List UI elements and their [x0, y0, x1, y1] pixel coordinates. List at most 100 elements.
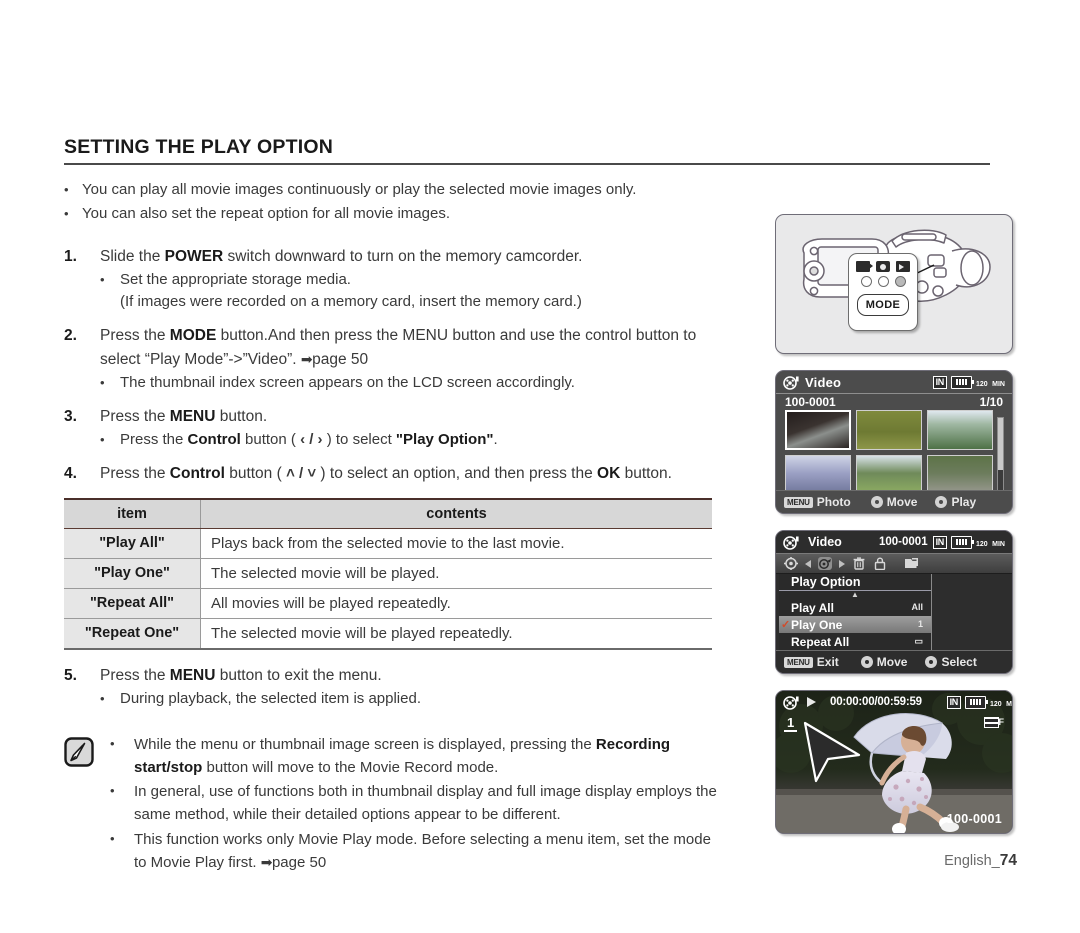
mode-button[interactable]: MODE: [857, 294, 909, 316]
play-option-icon[interactable]: [818, 557, 832, 570]
step-number: 1.: [64, 245, 100, 269]
lcd-thumbnail-screen: Video IN 120 MIN 100-0001 1/10: [775, 370, 1013, 514]
step-number: 4.: [64, 462, 100, 486]
delete-icon[interactable]: [852, 557, 866, 570]
storage-in-icon: IN: [947, 696, 961, 709]
video-reel-icon: [783, 535, 800, 550]
move-action[interactable]: Move: [861, 655, 908, 669]
lcd-title: Video: [805, 375, 841, 390]
cell-contents: The selected movie will be played repeat…: [201, 618, 713, 649]
quality-letter: F: [999, 717, 1005, 727]
step-1: 1. Slide the POWER switch downward to tu…: [64, 245, 724, 269]
menu-badge-icon: MENU: [784, 657, 813, 668]
thumbnail-item[interactable]: [785, 410, 851, 450]
thumbnail-item[interactable]: [927, 455, 993, 495]
lcd-status-icons: IN 120 MIN: [933, 373, 1005, 391]
list-item: • While the menu or thumbnail image scre…: [110, 733, 724, 780]
lcd-menu-screen: Video 100-0001 IN 120 MIN: [775, 530, 1013, 674]
list-item: • In general, use of functions both in t…: [110, 780, 724, 827]
step-text-mid: button (: [225, 465, 286, 482]
sub-bullet-text: During playback, the selected item is ap…: [120, 688, 421, 711]
lcd-bottom-bar: MENU Photo Move Play: [776, 490, 1012, 513]
time-remaining-value: 120: [976, 541, 988, 548]
step-text: Press the MODE button.And then press the…: [100, 324, 724, 372]
cell-item: "Repeat All": [64, 588, 201, 618]
select-action[interactable]: Select: [925, 655, 976, 669]
list-item: • This function works only Movie Play mo…: [110, 828, 724, 875]
ok-button-icon: [925, 656, 937, 668]
pointer-cursor-icon: [802, 721, 862, 783]
play-action[interactable]: Play: [935, 495, 976, 509]
page-ref: page 50: [312, 351, 368, 368]
intro-bullet-text: You can play all movie images continuous…: [82, 179, 724, 202]
bullet-icon: •: [100, 269, 120, 290]
page-title: SETTING THE PLAY OPTION: [64, 136, 724, 159]
play-icon: [807, 697, 816, 707]
bullet-icon: •: [64, 179, 82, 200]
control-bold-term: Control: [188, 431, 241, 448]
play-option-term: "Play Option": [396, 431, 494, 448]
lcd-file-row: 100-0001 1/10: [776, 394, 1012, 409]
play-label: Play: [951, 495, 976, 509]
menu-status-bar: Video 100-0001 IN 120 MIN: [776, 531, 1012, 553]
step-bold-term: MODE: [170, 327, 217, 344]
step-bold-term: MENU: [170, 667, 216, 684]
table-row: "Play One" The selected movie will be pl…: [64, 558, 712, 588]
menu-list-header: Play Option: [779, 574, 931, 591]
step-2: 2. Press the MODE button.And then press …: [64, 324, 724, 372]
protect-icon[interactable]: [873, 557, 887, 570]
thumbnail-item[interactable]: [856, 410, 922, 450]
mode-dot-play: [895, 276, 906, 287]
quality-indicator: F: [984, 717, 1005, 728]
table-header-row: item contents: [64, 499, 712, 529]
time-remaining: 120 MIN: [976, 373, 1005, 391]
footer-language: English_: [944, 853, 1000, 869]
battery-icon: [965, 696, 986, 709]
time-remaining-unit: MIN: [992, 541, 1005, 548]
move-action[interactable]: Move: [871, 495, 918, 509]
arrow-left-icon[interactable]: [805, 560, 811, 568]
copy-icon[interactable]: [904, 557, 918, 570]
page-indicator: 1/10: [980, 395, 1003, 409]
bullet-icon: •: [110, 733, 134, 754]
arrow-right-icon[interactable]: [839, 560, 845, 568]
list-item: • You can also set the repeat option for…: [64, 203, 724, 226]
menu-preview-pane: [933, 574, 1012, 655]
menu-photo-action[interactable]: MENU Photo: [784, 495, 851, 509]
step-text-post: switch downward to turn on the memory ca…: [223, 248, 582, 265]
lcd-status-bar: Video IN 120 MIN: [776, 371, 1012, 394]
note-text-pre: While the menu or thumbnail image screen…: [134, 736, 596, 753]
thumbnail-item[interactable]: [785, 455, 851, 495]
thumbnail-item[interactable]: [927, 410, 993, 450]
sub-text-mid: button (: [241, 431, 300, 448]
storage-in-icon: IN: [933, 376, 947, 389]
time-remaining: 120 MIN: [990, 693, 1013, 711]
menu-item-play-all[interactable]: Play All All: [779, 599, 931, 616]
scrollbar-thumb[interactable]: [998, 418, 1003, 470]
cell-contents: All movies will be played repeatedly.: [201, 588, 713, 618]
mode-icon-row: [849, 261, 917, 272]
menu-badge-icon: MENU: [784, 497, 813, 508]
menu-exit-action[interactable]: MENU Exit: [784, 655, 839, 669]
mode-dot-photo: [878, 276, 889, 287]
timecode: 00:00:00/00:59:59: [830, 696, 922, 708]
intro-bullet-list: • You can play all movie images continuo…: [64, 179, 724, 226]
ok-button-icon: [935, 496, 947, 508]
menu-item-label: Play All: [791, 601, 834, 615]
scroll-up-icon[interactable]: ▲: [779, 591, 931, 599]
photo-mode-icon: [876, 261, 890, 272]
step-text-pre: Press the: [100, 667, 170, 684]
step-text: Press the MENU button to exit the menu.: [100, 664, 724, 688]
cell-contents: The selected movie will be played.: [201, 558, 713, 588]
settings-icon[interactable]: [784, 557, 798, 570]
control-bold-term: Control: [170, 465, 225, 482]
menu-item-repeat-all[interactable]: Repeat All ▭: [779, 633, 931, 650]
thumbnail-item[interactable]: [856, 455, 922, 495]
menu-item-play-one[interactable]: ✓ Play One 1: [779, 616, 931, 633]
page-ref: page 50: [272, 854, 326, 871]
note-text: This function works only Movie Play mode…: [134, 828, 724, 875]
note-text: While the menu or thumbnail image screen…: [134, 733, 724, 780]
scrollbar[interactable]: [997, 417, 1004, 499]
playback-status-bar: 00:00:00/00:59:59 IN 120 MIN: [776, 691, 1013, 713]
step-text-post: button.: [215, 408, 267, 425]
